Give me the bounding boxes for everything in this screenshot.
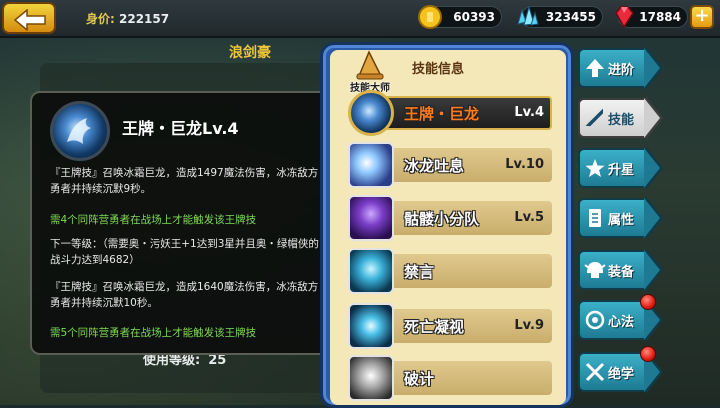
skill-row-partial[interactable]: 破计 [338,355,552,401]
plus-icon: + [694,5,710,26]
player-worth: 身价: 222157 [86,12,170,26]
skill-row-death-gaze[interactable]: 死亡凝视 Lv.9 [338,303,552,349]
gold-coin-icon [418,5,442,29]
ice-dragon-icon [50,101,110,161]
ice-breath-icon [348,142,394,188]
notification-badge [640,346,656,362]
skill-name: 王牌・巨龙 [404,105,480,123]
skill-row-ace-dragon[interactable]: 王牌・巨龙 Lv.4 [338,90,552,136]
hero-name: 浪剑豪 [229,45,271,61]
skill-name: 禁言 [404,263,435,281]
document-icon [589,209,601,227]
tooltip-next-description: 『王牌技』召唤冰霜巨龙，造成1640魔法伤害，冰冻敌方勇者并持续沉默10秒。 [50,281,319,309]
skill-panel-title: 技能信息 [412,62,465,77]
back-button[interactable] [2,2,56,34]
cross-swords-icon [585,362,605,382]
skill-tooltip: 王牌・巨龙Lv.4 『王牌技』召唤冰霜巨龙，造成1497魔法伤害，冰冻敌方勇者并… [30,91,338,355]
skill-name: 冰龙吐息 [404,157,465,175]
tooltip-next-condition: 需5个同阵营勇者在战场上才能触发该王牌技 [50,327,257,339]
skill-row-skeleton-squad[interactable]: 骷髅小分队 Lv.5 [338,195,552,241]
ruby-gem-icon [615,6,634,29]
skill-level: Lv.9 [514,318,544,333]
swirl-icon [585,310,605,330]
skill-icon [348,355,394,401]
ice-dragon-icon [348,90,394,136]
skeleton-squad-icon [348,195,394,241]
add-currency-button[interactable]: + [690,5,714,29]
back-arrow-icon [13,9,46,31]
crystal-icon [517,5,539,26]
crystal-counter: 323455 [517,5,603,28]
skill-name: 死亡凝视 [404,318,465,336]
sword-icon [585,108,603,127]
tooltip-description: 『王牌技』召唤冰霜巨龙，造成1497魔法伤害，冰冻敌方勇者并持续沉默9秒。 [50,167,319,195]
skill-row-ice-breath[interactable]: 冰龙吐息 Lv.10 [338,142,552,188]
skill-name: 破计 [404,370,435,388]
helmet-icon [584,262,606,278]
gold-counter: 60393 [418,5,502,29]
skill-level: Lv.5 [514,210,544,225]
upgrade-arrow-icon [586,59,604,77]
tab-skills[interactable]: 技能 [578,96,663,140]
skill-level: Lv.10 [505,157,544,172]
tab-equipment[interactable]: 装备 [578,248,663,292]
death-gaze-icon [348,303,394,349]
tab-mind-method[interactable]: 心法 [578,294,663,342]
top-bar: 身价: 222157 60393 323455 17884 + [0,0,720,38]
tooltip-next-level: 下一等级：（需要奥・污妖王+1达到3星并且奥・绿帽侠的战斗力达到4682） [50,238,319,266]
silence-icon [348,248,394,294]
tab-attributes[interactable]: 属性 [578,196,663,240]
skill-row-silence[interactable]: 禁言 [338,248,552,294]
notification-badge [640,294,656,310]
tab-star-up[interactable]: 升星 [578,146,663,190]
star-icon [585,159,605,177]
tab-ultimate[interactable]: 绝学 [578,346,663,394]
tooltip-condition: 需4个同阵营勇者在战场上才能触发该王牌技 [50,214,257,226]
skill-level: Lv.4 [514,105,544,120]
ruby-counter: 17884 [615,6,688,29]
master-hat-icon [356,50,384,80]
tab-advance[interactable]: 进阶 [578,46,663,90]
skill-name: 骷髅小分队 [404,210,480,228]
tooltip-title: 王牌・巨龙Lv.4 [122,119,239,138]
